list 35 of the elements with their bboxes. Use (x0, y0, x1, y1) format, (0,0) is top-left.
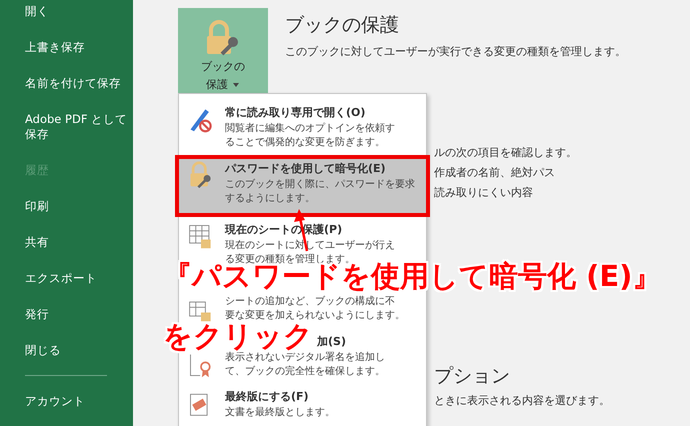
section-title: ブックの保護 (285, 13, 400, 38)
menu-item-description: ることで偶発的な変更を防ぎます。 (225, 136, 386, 150)
menu-item-title[interactable]: 常に読み取り専用で開く(O) (225, 105, 366, 119)
sidebar-item[interactable]: アカウント (0, 384, 131, 420)
menu-item[interactable]: パスワードを使用して暗号化(E) このブックを開く際に、パスワードを要求 するようにします。 (175, 154, 430, 218)
section-title: プション (434, 364, 511, 389)
menu-item-description: このブックを開く際に、パスワードを要求 (225, 178, 415, 192)
sidebar-item[interactable]: 開く (0, 0, 131, 30)
inspect-text: 読み取りにくい内容 (434, 185, 534, 200)
menu-item-description: て、ブックの完全性を確保します。 (225, 364, 385, 379)
sidebar-item[interactable]: 名前を付けて保存 (0, 66, 131, 102)
section-description: このブックに対してユーザーが実行できる変更の種類を管理します。 (285, 44, 626, 59)
menu-item-description: シートの追加など、ブックの構成に不 (225, 294, 396, 309)
sidebar-item[interactable]: 上書き保存 (0, 30, 131, 66)
menu-item-description: 要な変更を加えられないようにします。 (225, 308, 405, 323)
sidebar-item[interactable]: 閉じる (0, 333, 131, 369)
menu-item-description: 閲覧者に編集へのオプトインを依頼す (225, 122, 395, 136)
menu-item-description: 表示されないデジタル署名を追加し (225, 350, 385, 365)
inspect-text: ルの次の項目を確認します。 (434, 145, 578, 160)
caret-icon (232, 82, 240, 88)
menu-item-description: 文書を最終版とします。 (225, 406, 335, 420)
menu-item-description: するようにします。 (225, 192, 316, 206)
annotation-text: をクリック (163, 322, 313, 350)
menu-item-title[interactable]: 最終版にする(F) (225, 389, 309, 404)
sidebar-item[interactable]: 共有 (0, 225, 131, 261)
sidebar-item[interactable]: Adobe PDF として保存 (0, 102, 131, 153)
menu-item-title[interactable]: パスワードを使用して暗号化(E) (225, 160, 386, 175)
inspect-text: 作成者の名前、絶対パス (434, 165, 556, 180)
menu-item-title[interactable]: 加(S) (317, 334, 346, 348)
sidebar-item[interactable]: エクスポート (0, 261, 131, 297)
section-description: ときに表示される内容を選びます。 (434, 393, 611, 408)
sidebar-item[interactable]: 発行 (0, 297, 131, 333)
menu-item-description: 現在のシートに対してユーザーが行え (225, 239, 395, 254)
sidebar-item[interactable]: 印刷 (0, 189, 131, 225)
protect-workbook-button[interactable]: ブックの 保護 (178, 8, 268, 93)
